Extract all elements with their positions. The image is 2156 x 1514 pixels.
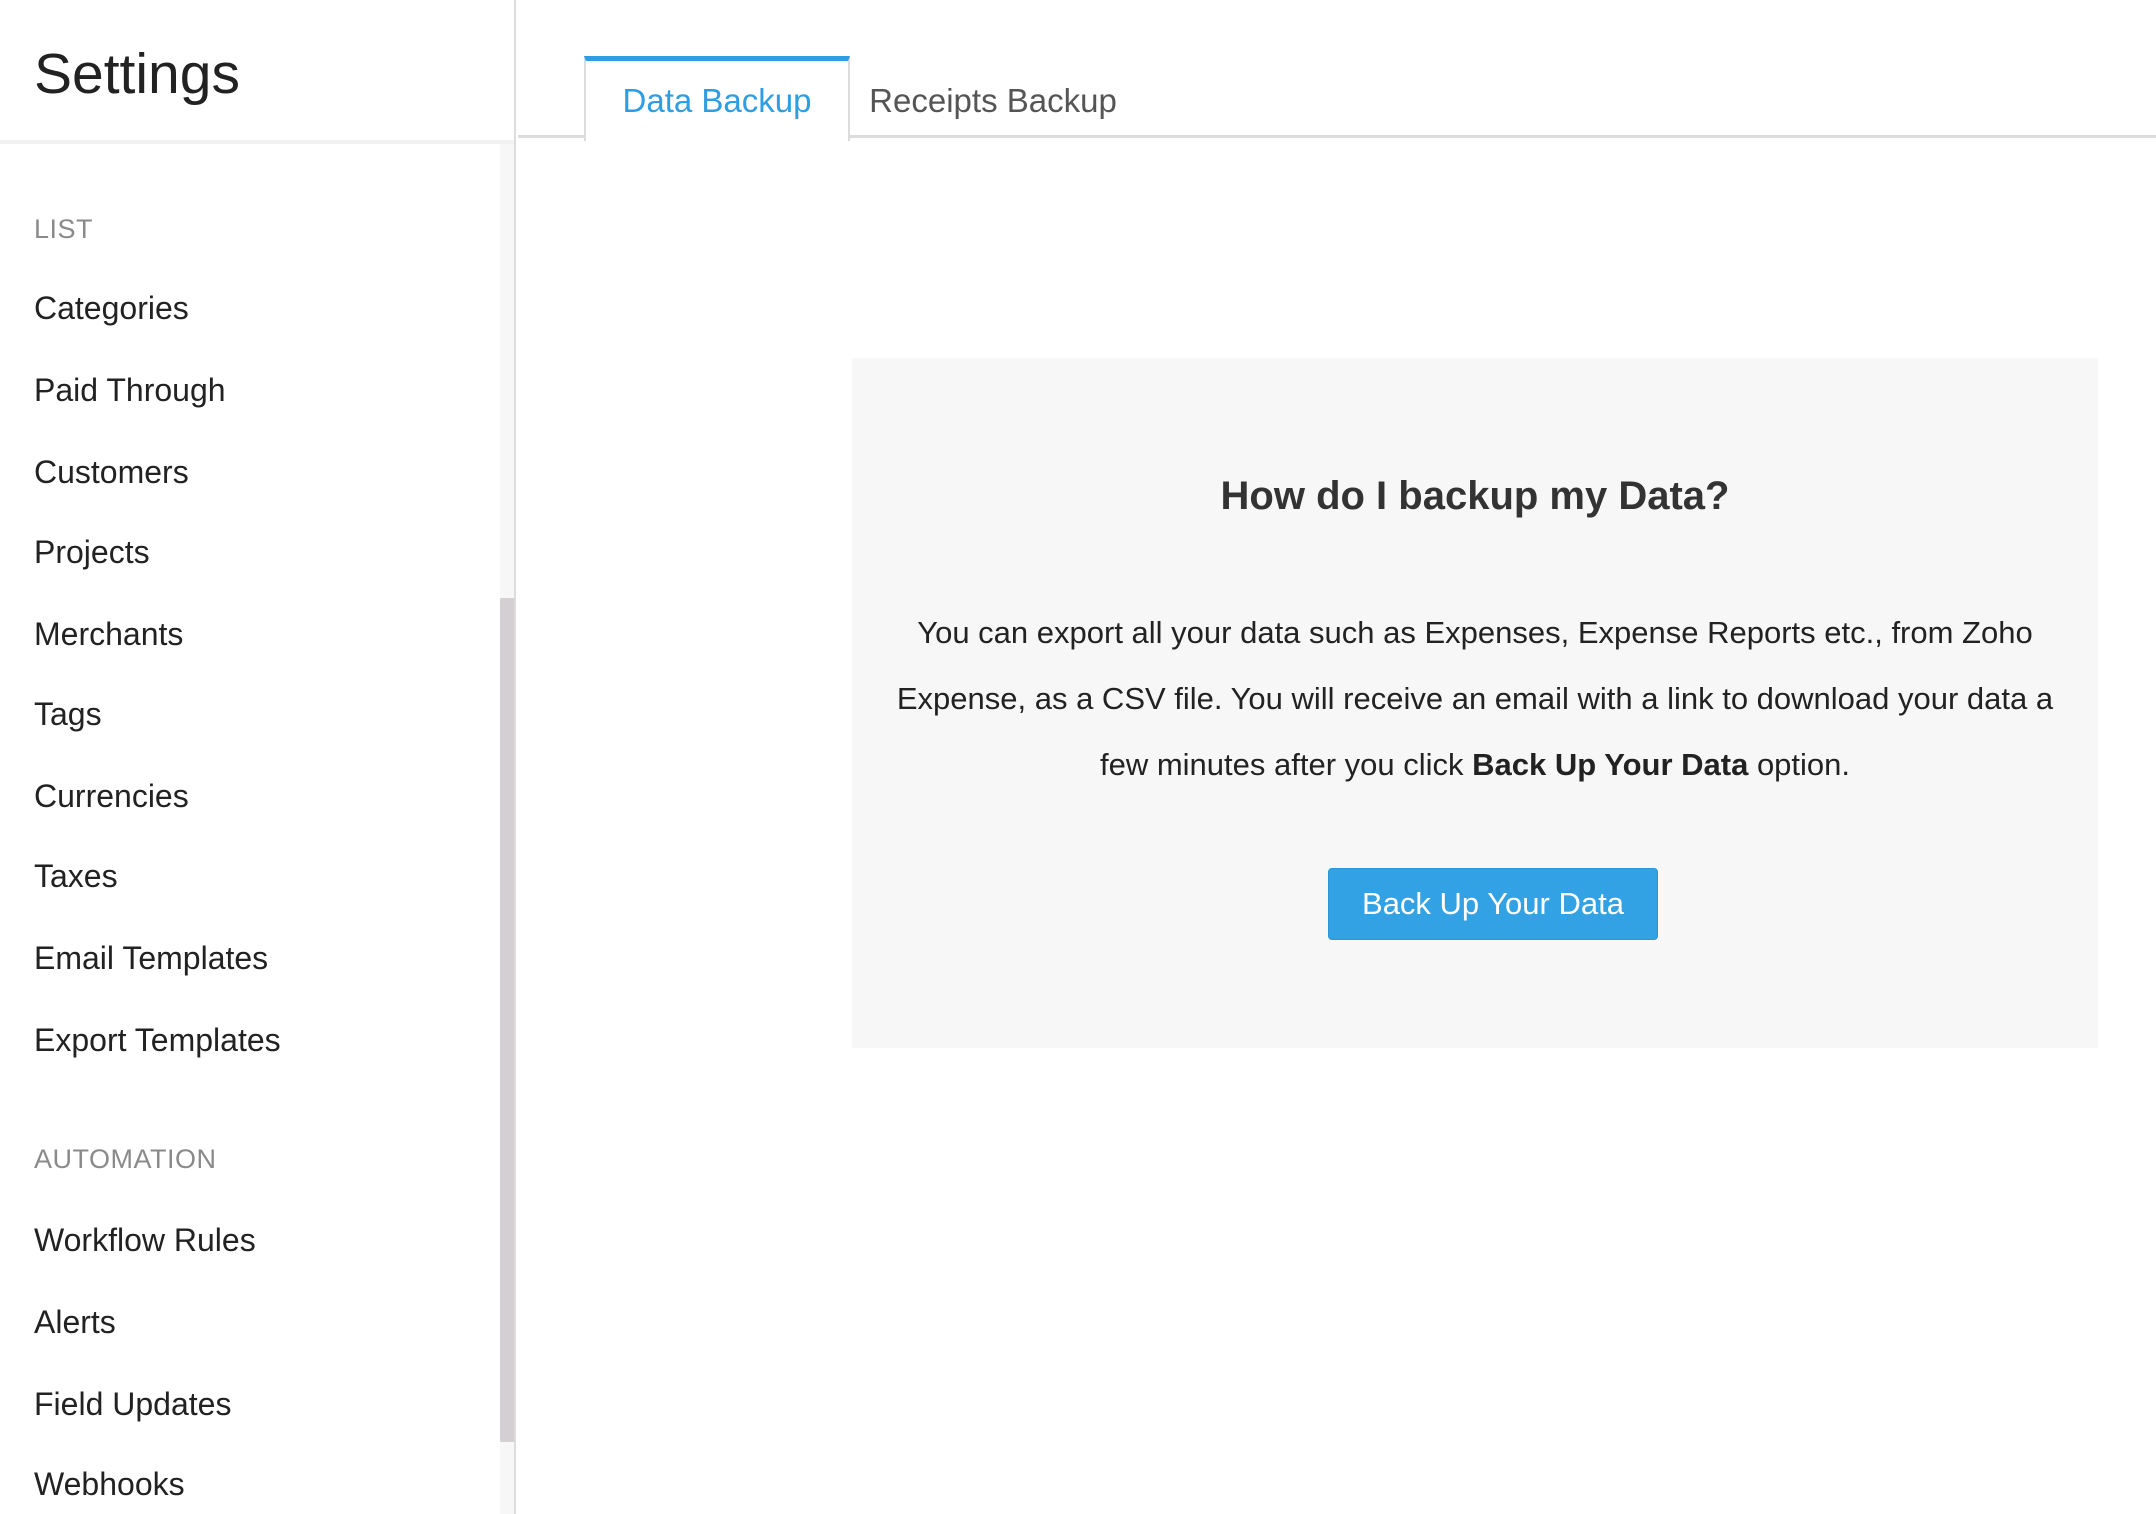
backup-card-description: You can export all your data such as Exp… bbox=[892, 600, 2058, 798]
description-emphasis: Back Up Your Data bbox=[1472, 747, 1749, 782]
sidebar-header: Settings bbox=[0, 0, 514, 144]
sidebar-item-currencies[interactable]: Currencies bbox=[34, 776, 189, 816]
tab-bar: Data Backup Receipts Backup bbox=[518, 0, 2156, 141]
sidebar-item-webhooks[interactable]: Webhooks bbox=[34, 1464, 185, 1504]
settings-sidebar: Settings LIST Categories Paid Through Cu… bbox=[0, 0, 516, 1514]
sidebar-item-export-templates[interactable]: Export Templates bbox=[34, 1020, 281, 1060]
sidebar-item-workflow-rules[interactable]: Workflow Rules bbox=[34, 1220, 256, 1260]
sidebar-item-projects[interactable]: Projects bbox=[34, 532, 150, 572]
sidebar-item-tags[interactable]: Tags bbox=[34, 694, 102, 734]
description-text-end: option. bbox=[1748, 747, 1851, 782]
sidebar-item-merchants[interactable]: Merchants bbox=[34, 614, 183, 654]
sidebar-item-paid-through[interactable]: Paid Through bbox=[34, 370, 226, 410]
sidebar-item-alerts[interactable]: Alerts bbox=[34, 1302, 116, 1342]
sidebar-item-taxes[interactable]: Taxes bbox=[34, 856, 118, 896]
section-label-automation: AUTOMATION bbox=[34, 1144, 217, 1174]
section-label-list: LIST bbox=[34, 214, 94, 244]
app-window: Settings LIST Categories Paid Through Cu… bbox=[0, 0, 2156, 1514]
sidebar-nav: LIST Categories Paid Through Customers P… bbox=[0, 148, 500, 1514]
sidebar-item-customers[interactable]: Customers bbox=[34, 452, 189, 492]
main-content: Data Backup Receipts Backup How do I bac… bbox=[518, 0, 2156, 1514]
backup-info-card: How do I backup my Data? You can export … bbox=[852, 358, 2098, 1048]
sidebar-item-field-updates[interactable]: Field Updates bbox=[34, 1384, 231, 1424]
sidebar-item-categories[interactable]: Categories bbox=[34, 288, 189, 328]
backup-card-title: How do I backup my Data? bbox=[1220, 474, 1730, 518]
back-up-your-data-button[interactable]: Back Up Your Data bbox=[1328, 868, 1658, 940]
sidebar-scrollbar-thumb[interactable] bbox=[500, 598, 514, 1442]
tab-receipts-backup[interactable]: Receipts Backup bbox=[862, 56, 1124, 141]
sidebar-item-email-templates[interactable]: Email Templates bbox=[34, 938, 268, 978]
tab-data-backup[interactable]: Data Backup bbox=[584, 56, 850, 141]
page-title: Settings bbox=[34, 42, 240, 106]
